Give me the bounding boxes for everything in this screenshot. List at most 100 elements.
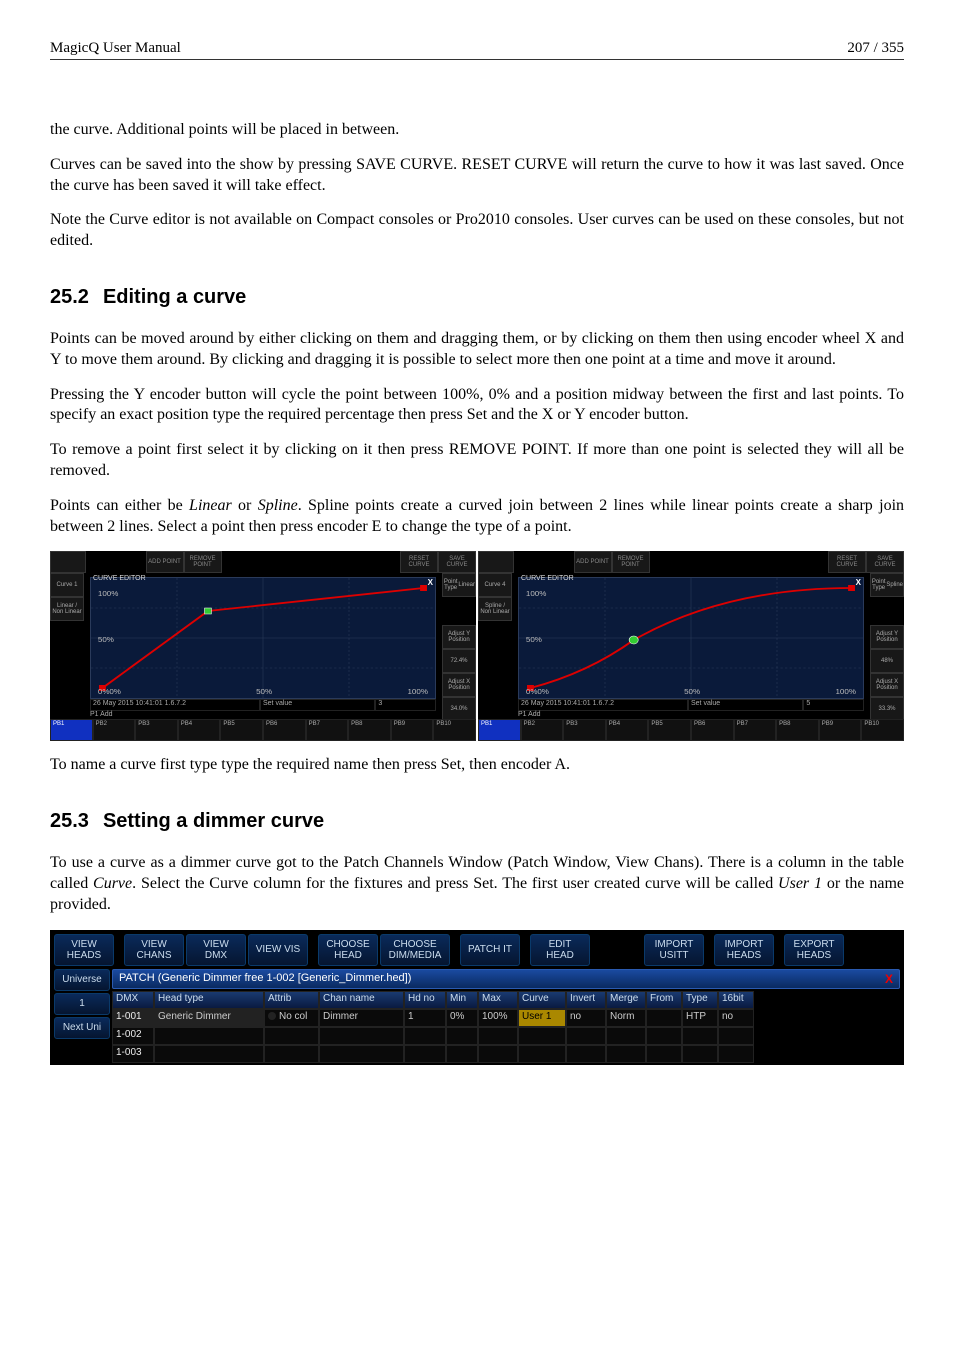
add-point-button[interactable]: ADD POINT (146, 551, 184, 573)
curve-plot[interactable]: CURVE EDITOR X 100% 50% 0% 0% (90, 577, 436, 699)
table-cell[interactable]: 1 (404, 1009, 446, 1027)
adjust-y-button[interactable]: Adjust Y Position (442, 625, 476, 649)
choose-head-button[interactable]: CHOOSE HEAD (318, 934, 378, 966)
playback-button[interactable]: PB6 (263, 719, 306, 741)
table-cell[interactable] (606, 1027, 646, 1045)
col-hdno[interactable]: Hd no (404, 991, 446, 1009)
table-cell[interactable] (478, 1045, 518, 1063)
playback-button[interactable]: PB3 (135, 719, 178, 741)
playback-button[interactable]: PB7 (734, 719, 777, 741)
table-cell[interactable]: 1-003 (112, 1045, 154, 1063)
col-16bit[interactable]: 16bit (718, 991, 754, 1009)
table-cell[interactable]: Generic Dimmer (154, 1009, 264, 1027)
col-invert[interactable]: Invert (566, 991, 606, 1009)
playback-button[interactable]: PB4 (178, 719, 221, 741)
table-cell[interactable]: no (718, 1009, 754, 1027)
playback-button[interactable]: PB5 (220, 719, 263, 741)
table-cell[interactable] (154, 1045, 264, 1063)
choose-dimmedia-button[interactable]: CHOOSE DIM/MEDIA (380, 934, 450, 966)
next-uni-button[interactable]: Next Uni (54, 1017, 110, 1039)
playback-button[interactable]: PB2 (521, 719, 564, 741)
remove-point-button[interactable]: REMOVE POINT (184, 551, 222, 573)
universe-label-button[interactable]: Universe (54, 969, 110, 991)
adjust-y-button[interactable]: Adjust Y Position (870, 625, 904, 649)
playback-button[interactable]: PB8 (776, 719, 819, 741)
playback-button[interactable]: PB1 (50, 719, 93, 741)
table-cell[interactable]: 1-001 (112, 1009, 154, 1027)
table-cell[interactable]: No col (264, 1009, 319, 1027)
table-cell[interactable] (518, 1045, 566, 1063)
curve-plot[interactable]: CURVE EDITOR X 100% 50% 0% 0% (518, 577, 864, 699)
table-cell[interactable] (718, 1027, 754, 1045)
adjust-x-button[interactable]: Adjust X Position (442, 673, 476, 697)
add-point-button[interactable]: ADD POINT (574, 551, 612, 573)
plot-close-icon[interactable]: X (856, 578, 861, 587)
table-cell[interactable]: 0% (446, 1009, 478, 1027)
import-usitt-button[interactable]: IMPORT USITT (644, 934, 704, 966)
col-attrib[interactable]: Attrib (264, 991, 319, 1009)
table-cell[interactable] (319, 1027, 404, 1045)
playback-button[interactable]: PB8 (348, 719, 391, 741)
table-cell[interactable]: no (566, 1009, 606, 1027)
playback-button[interactable]: PB9 (391, 719, 434, 741)
table-cell[interactable] (404, 1045, 446, 1063)
table-cell[interactable] (264, 1027, 319, 1045)
col-from[interactable]: From (646, 991, 682, 1009)
adjust-x-button[interactable]: Adjust X Position (870, 673, 904, 697)
save-curve-button[interactable]: SAVE CURVE (438, 551, 476, 573)
col-merge[interactable]: Merge (606, 991, 646, 1009)
table-cell[interactable] (646, 1027, 682, 1045)
table-cell[interactable] (566, 1027, 606, 1045)
view-chans-button[interactable]: VIEW CHANS (124, 934, 184, 966)
table-cell[interactable] (646, 1045, 682, 1063)
table-cell[interactable]: Dimmer (319, 1009, 404, 1027)
plot-close-icon[interactable]: X (428, 578, 433, 587)
point-type-button[interactable]: Point TypeSpline (870, 573, 904, 597)
table-cell[interactable] (646, 1009, 682, 1027)
table-cell[interactable] (718, 1045, 754, 1063)
table-cell[interactable] (682, 1045, 718, 1063)
table-cell[interactable] (606, 1045, 646, 1063)
col-headtype[interactable]: Head type (154, 991, 264, 1009)
linear-nonlinear-button[interactable]: Spline / Non Linear (478, 597, 512, 621)
edit-head-button[interactable]: EDIT HEAD (530, 934, 590, 966)
curve-name-button[interactable]: Curve 4 (478, 573, 512, 597)
col-curve[interactable]: Curve (518, 991, 566, 1009)
table-cell[interactable]: Norm (606, 1009, 646, 1027)
playback-button[interactable]: PB7 (306, 719, 349, 741)
import-heads-button[interactable]: IMPORT HEADS (714, 934, 774, 966)
table-cell[interactable]: 100% (478, 1009, 518, 1027)
table-cell[interactable] (518, 1027, 566, 1045)
table-cell[interactable] (446, 1027, 478, 1045)
playback-button[interactable]: PB9 (819, 719, 862, 741)
playback-button[interactable]: PB2 (93, 719, 136, 741)
table-cell[interactable] (682, 1027, 718, 1045)
table-cell[interactable]: HTP (682, 1009, 718, 1027)
col-chan[interactable]: Chan name (319, 991, 404, 1009)
col-dmx[interactable]: DMX (112, 991, 154, 1009)
playback-button[interactable]: PB3 (563, 719, 606, 741)
patch-it-button[interactable]: PATCH IT (460, 934, 520, 966)
reset-curve-button[interactable]: RESET CURVE (400, 551, 438, 573)
col-min[interactable]: Min (446, 991, 478, 1009)
table-cell[interactable] (446, 1045, 478, 1063)
universe-number-button[interactable]: 1 (54, 993, 110, 1015)
table-cell[interactable] (404, 1027, 446, 1045)
playback-button[interactable]: PB5 (648, 719, 691, 741)
table-cell[interactable] (319, 1045, 404, 1063)
table-cell[interactable] (264, 1045, 319, 1063)
linear-nonlinear-button[interactable]: Linear / Non Linear (50, 597, 84, 621)
playback-button[interactable]: PB6 (691, 719, 734, 741)
table-cell[interactable] (566, 1045, 606, 1063)
table-cell[interactable]: 1-002 (112, 1027, 154, 1045)
export-heads-button[interactable]: EXPORT HEADS (784, 934, 844, 966)
view-dmx-button[interactable]: VIEW DMX (186, 934, 246, 966)
curve-cell-selected[interactable]: User 1 (518, 1009, 566, 1027)
col-type[interactable]: Type (682, 991, 718, 1009)
table-cell[interactable] (154, 1027, 264, 1045)
playback-button[interactable]: PB10 (861, 719, 904, 741)
point-type-button[interactable]: Point TypeLinear (442, 573, 476, 597)
remove-point-button[interactable]: REMOVE POINT (612, 551, 650, 573)
curve-name-button[interactable]: Curve 1 (50, 573, 84, 597)
view-vis-button[interactable]: VIEW VIS (248, 934, 308, 966)
